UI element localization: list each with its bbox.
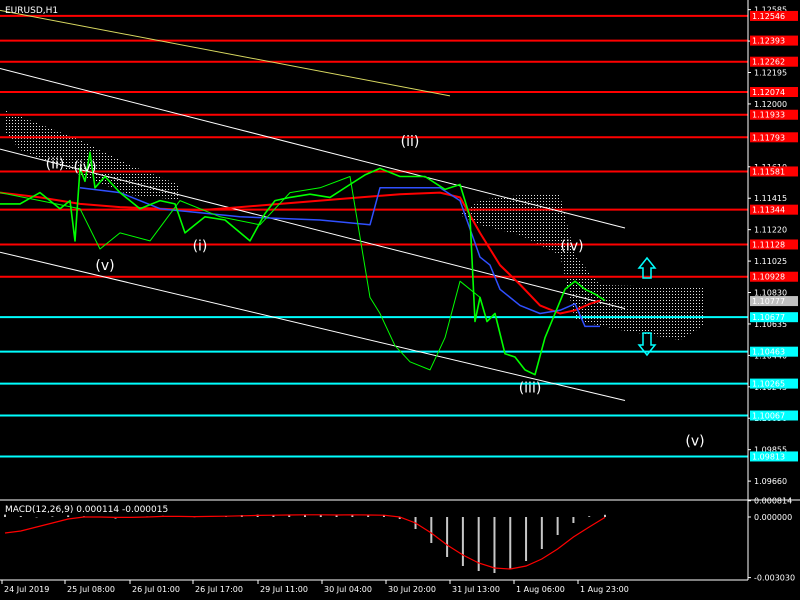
x-tick-label: 25 Jul 08:00 — [67, 585, 115, 594]
x-tick-label: 30 Jul 04:00 — [324, 585, 372, 594]
wave-label: (ii) — [46, 156, 65, 172]
macd-tick-label: 0.000814 — [754, 497, 792, 506]
resistance-label: 1.12262 — [752, 58, 785, 67]
x-tick-label: 26 Jul 17:00 — [195, 585, 243, 594]
y-tick-label: 1.12000 — [754, 100, 787, 109]
macd-title: MACD(12,26,9) 0.000114 -0.000015 — [5, 505, 168, 515]
x-tick-label: 30 Jul 20:00 — [388, 585, 436, 594]
resistance-label: 1.11933 — [752, 111, 785, 120]
resistance-label: 1.12546 — [752, 12, 785, 21]
y-tick-label: 1.11025 — [754, 257, 787, 266]
wave-label: (ii) — [401, 134, 420, 150]
wave-label: (iv) — [560, 239, 583, 255]
support-label: 1.10677 — [752, 313, 785, 322]
x-tick-label: 31 Jul 13:00 — [452, 585, 500, 594]
resistance-label: 1.11581 — [752, 167, 785, 176]
y-tick-label: 1.12195 — [754, 69, 787, 78]
x-tick-label: 1 Aug 06:00 — [516, 585, 565, 594]
y-tick-label: 1.09660 — [754, 477, 787, 486]
resistance-label: 1.12074 — [752, 88, 785, 97]
resistance-label: 1.11128 — [752, 240, 785, 249]
wave-label: (iii) — [519, 380, 542, 396]
price-chart[interactable]: (ii) (iv)(v)(i)(ii)(iii)(iv)(v) 1.125851.… — [0, 0, 800, 600]
x-tick-label: 24 Jul 2019 — [4, 585, 49, 594]
x-tick-label: 29 Jul 11:00 — [260, 585, 308, 594]
support-label: 1.10067 — [752, 412, 785, 421]
wave-label: (i) — [193, 239, 208, 255]
y-tick-label: 1.11220 — [754, 226, 787, 235]
macd-tick-label: 0.000000 — [754, 513, 792, 522]
current-price-label: 1.10777 — [752, 297, 785, 306]
y-tick-label: 1.11415 — [754, 194, 787, 203]
resistance-label: 1.11793 — [752, 133, 785, 142]
chart-title: EURUSD,H1 — [5, 6, 58, 16]
resistance-label: 1.12393 — [752, 37, 785, 46]
support-label: 1.10265 — [752, 380, 785, 389]
wave-label: (iv) — [73, 160, 96, 176]
support-label: 1.09813 — [752, 452, 785, 461]
x-tick-label: 1 Aug 23:00 — [580, 585, 629, 594]
wave-label: (v) — [95, 258, 114, 274]
x-tick-label: 26 Jul 01:00 — [132, 585, 180, 594]
resistance-label: 1.11344 — [752, 206, 785, 215]
macd-tick-label: -0.003030 — [754, 574, 795, 583]
wave-label: (v) — [685, 434, 704, 450]
resistance-label: 1.10928 — [752, 273, 785, 282]
support-label: 1.10463 — [752, 348, 785, 357]
